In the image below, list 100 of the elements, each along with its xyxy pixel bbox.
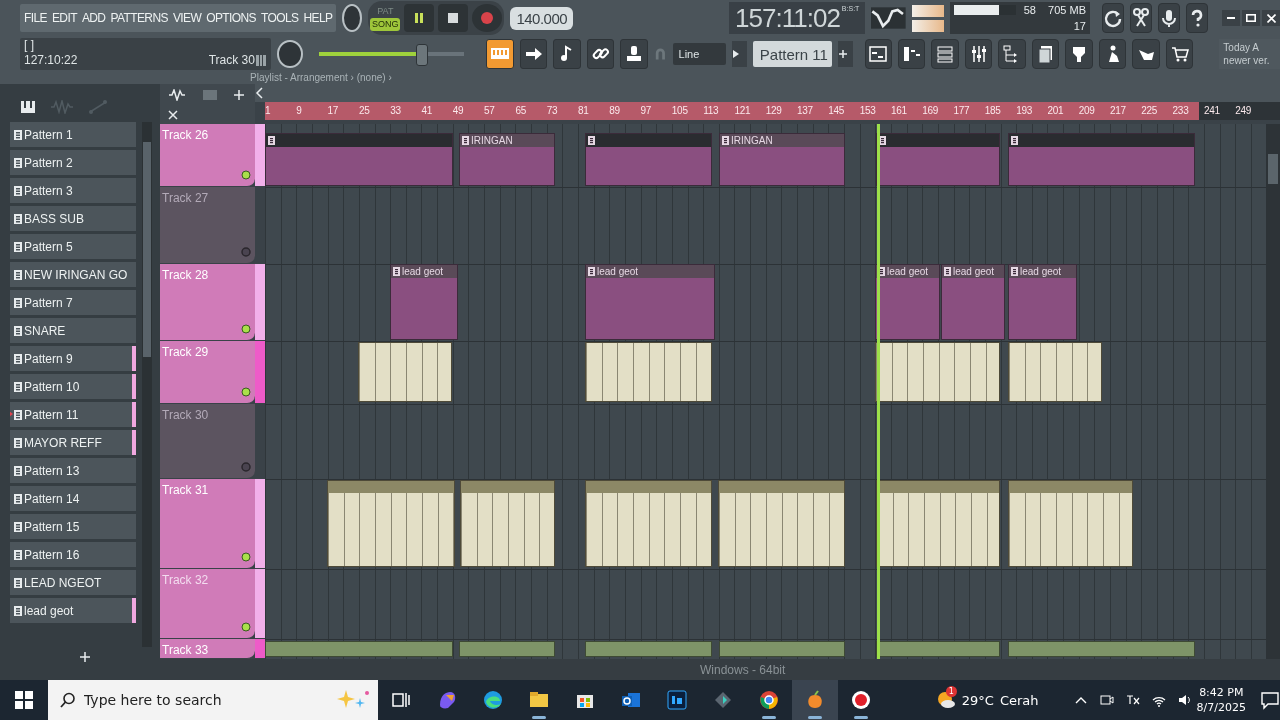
windows-logo-icon[interactable] <box>15 691 33 709</box>
menu-item[interactable]: OPTIONS <box>206 11 256 25</box>
track-enable-icon[interactable] <box>241 622 251 632</box>
tool-button[interactable] <box>486 39 514 69</box>
record-audio-button[interactable] <box>1158 3 1180 33</box>
audio-clip[interactable] <box>327 480 455 567</box>
piano-roll-button[interactable] <box>898 39 926 69</box>
arrangement-grid[interactable]: IRINGAN IRINGAN lead geot lead geot lead geot lead geot lead geot <box>265 124 1266 659</box>
timeline-ruler[interactable]: 1 9 17 25 33 41 49 57 65 73 81 89 97 105 113 121 129 137 145 153 161 169 177 185 193 201 209 217 225 233 241 249 <box>265 102 1280 120</box>
wave-tool-icon[interactable] <box>168 88 186 101</box>
audio-clip[interactable] <box>718 480 845 567</box>
pattern-clip[interactable]: lead geot <box>585 264 715 340</box>
close-button[interactable] <box>1262 10 1280 26</box>
snap-dropdown[interactable]: Line <box>672 43 727 65</box>
news-panel[interactable]: Today A newer ver. <box>1219 39 1280 69</box>
audio-clip[interactable] <box>876 480 1000 567</box>
automation-clip[interactable] <box>1008 641 1195 657</box>
piano-icon[interactable] <box>20 100 36 114</box>
pattern-item[interactable]: Pattern 3 <box>10 178 136 203</box>
pattern-clip[interactable]: IRINGAN <box>459 133 555 186</box>
menu-item[interactable]: ADD <box>81 11 106 25</box>
plus-icon[interactable] <box>80 652 90 662</box>
automation-clip[interactable] <box>585 641 712 657</box>
cut-button[interactable] <box>1130 3 1152 33</box>
track-enable-icon[interactable] <box>241 387 251 397</box>
pattern-clip[interactable] <box>1008 133 1195 186</box>
vertical-scrollbar[interactable] <box>1266 124 1280 659</box>
search-field[interactable]: Type here to search <box>48 680 378 720</box>
plugin-button[interactable] <box>1065 39 1093 69</box>
automation-clip[interactable] <box>459 641 555 657</box>
pattern-item[interactable]: SNARE <box>10 318 136 343</box>
master-volume-knob[interactable] <box>276 40 303 68</box>
audio-clip[interactable] <box>585 342 712 402</box>
automation-clip[interactable] <box>265 641 453 657</box>
touch-button[interactable] <box>1132 39 1160 69</box>
add-track-icon[interactable] <box>234 89 244 100</box>
pattern-item[interactable]: Pattern 13 <box>10 458 136 483</box>
channel-rack-button[interactable] <box>931 39 959 69</box>
tool-button[interactable] <box>519 39 548 69</box>
pattern-item[interactable]: Pattern 7 <box>10 290 136 315</box>
audio-clip[interactable] <box>358 342 452 402</box>
pattern-item[interactable]: LEAD NGEOT <box>10 570 136 595</box>
pattern-clip[interactable] <box>265 133 453 186</box>
pattern-item[interactable]: Pattern 10 <box>10 374 136 399</box>
reset-button[interactable] <box>1102 3 1124 33</box>
pattern-item[interactable]: Pattern 1 <box>10 122 136 147</box>
slider-thumb[interactable] <box>415 44 428 66</box>
pattern-item[interactable]: Pattern 14 <box>10 486 136 511</box>
menu-item[interactable]: HELP <box>303 11 333 25</box>
menu-item[interactable]: FILE <box>24 11 47 25</box>
pattern-item[interactable]: Pattern 16 <box>10 542 136 567</box>
menu-item[interactable]: PATTERNS <box>110 11 168 25</box>
mixer-button[interactable] <box>964 39 993 69</box>
pattern-clip[interactable]: lead geot <box>875 264 940 340</box>
close-icon[interactable] <box>168 109 178 120</box>
scroll-left-icon[interactable] <box>255 86 265 100</box>
track-enable-icon[interactable] <box>241 247 251 257</box>
audio-clip[interactable] <box>1008 480 1133 567</box>
pattern-clip[interactable] <box>585 133 712 186</box>
add-pattern-button[interactable] <box>837 41 853 67</box>
pattern-item[interactable]: Pattern 9 <box>10 346 136 371</box>
pattern-clip[interactable]: IRINGAN <box>719 133 845 186</box>
audio-clip[interactable] <box>585 480 712 567</box>
mode-toggle[interactable]: SONG <box>370 18 401 31</box>
tool-button[interactable] <box>620 39 648 69</box>
track-header[interactable]: Track 30 <box>160 404 255 479</box>
master-pitch-knob[interactable] <box>342 4 363 32</box>
pattern-clip[interactable]: lead geot <box>941 264 1005 340</box>
tool-button[interactable] <box>553 39 581 69</box>
tutorial-button[interactable] <box>1098 39 1127 69</box>
speaker-icon[interactable] <box>1176 692 1193 708</box>
pattern-item[interactable]: Pattern 2 <box>10 150 136 175</box>
pattern-item[interactable]: BASS SUB <box>10 206 136 231</box>
pattern-clip[interactable]: lead geot <box>390 264 458 340</box>
shop-button[interactable] <box>1165 39 1194 69</box>
track-enable-icon[interactable] <box>241 324 251 334</box>
automation-clip[interactable] <box>876 641 1000 657</box>
pattern-clip[interactable]: lead geot <box>1008 264 1077 340</box>
help-button[interactable] <box>1186 3 1208 33</box>
scrollbar[interactable] <box>142 122 152 647</box>
pattern-item[interactable]: lead geot <box>10 598 136 623</box>
pattern-item[interactable]: NEW IRINGAN GO <box>10 262 136 287</box>
menu-item[interactable]: VIEW <box>172 11 202 25</box>
pattern-item[interactable]: Pattern 5 <box>10 234 136 259</box>
project-button[interactable] <box>1031 39 1060 69</box>
audio-clip[interactable] <box>460 480 555 567</box>
track-enable-icon[interactable] <box>241 462 251 472</box>
browser-button[interactable] <box>998 39 1026 69</box>
menu-item[interactable]: TOOLS <box>260 11 299 25</box>
play-pattern-button[interactable] <box>732 41 747 67</box>
pattern-item[interactable]: MAYOR REFF <box>10 430 136 455</box>
tempo-field[interactable]: 140.000 <box>510 6 574 30</box>
automation-clip[interactable] <box>719 641 845 657</box>
audio-clip[interactable] <box>1008 342 1102 402</box>
pattern-item[interactable]: Pattern 11 <box>10 402 136 427</box>
meet-icon[interactable] <box>1098 692 1115 708</box>
track-enable-icon[interactable] <box>241 552 251 562</box>
menu-item[interactable]: EDIT <box>51 11 77 25</box>
playlist-button[interactable] <box>864 39 892 69</box>
maximize-button[interactable] <box>1242 10 1260 26</box>
